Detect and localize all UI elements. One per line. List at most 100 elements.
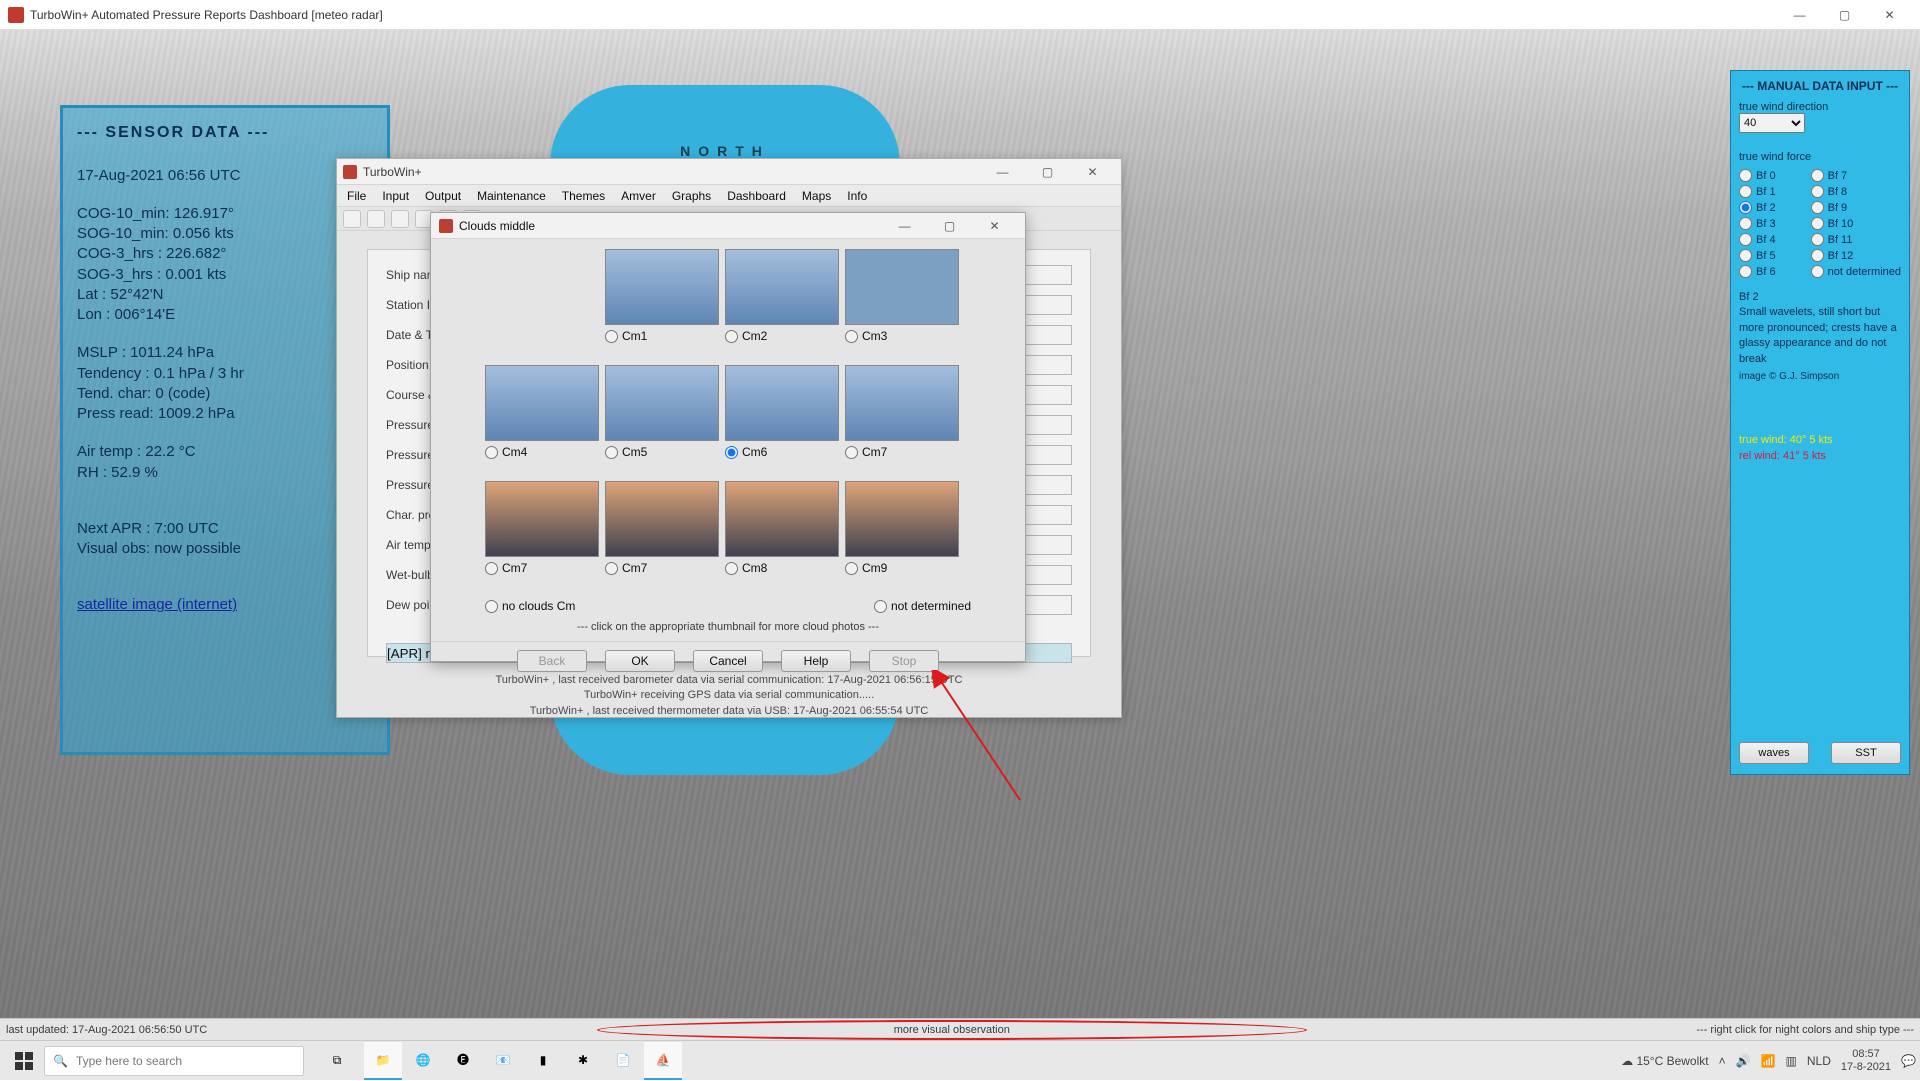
bf-option-9[interactable]: Bf 9 [1811, 201, 1901, 214]
menu-maps[interactable]: Maps [802, 189, 831, 203]
taskbar-app-misc1[interactable]: ✱ [564, 1042, 602, 1080]
bf-option-2[interactable]: Bf 2 [1739, 201, 1805, 214]
bf-option-12[interactable]: Bf 12 [1811, 249, 1901, 262]
true-wind-readout: true wind: 40° 5 kts [1739, 432, 1901, 449]
bf-option-1[interactable]: Bf 1 [1739, 185, 1805, 198]
cloud-thumbnail-cm7c[interactable] [605, 481, 719, 557]
cloud-option-none[interactable]: no clouds Cm [485, 599, 575, 613]
cloud-thumbnail-cm1[interactable] [605, 249, 719, 325]
taskbar-app-outlook[interactable]: 📧 [484, 1042, 522, 1080]
sensor-row: SOG-3_hrs : 0.001 kts [77, 265, 373, 285]
cloud-thumbnail-cm3[interactable] [845, 249, 959, 325]
cloud-option-cm7[interactable]: Cm7 [845, 445, 961, 459]
cloud-option-cm4[interactable]: Cm4 [485, 445, 601, 459]
back-button[interactable]: Back [517, 650, 587, 672]
tray-clock[interactable]: 08:57 17-8-2021 [1841, 1048, 1891, 1072]
cloud-thumbnail-cm7[interactable] [845, 365, 959, 441]
cloud-thumbnail-cm2[interactable] [725, 249, 839, 325]
cloud-option-cm3[interactable]: Cm3 [845, 329, 961, 343]
clouds-title: Clouds middle [459, 219, 535, 233]
cloud-thumbnail-cm6[interactable] [725, 365, 839, 441]
clouds-hint: --- click on the appropriate thumbnail f… [431, 621, 1025, 633]
bf-option-3[interactable]: Bf 3 [1739, 217, 1805, 230]
dashboard-background: NORTH SOUTH --- SENSOR DATA --- 17-Aug-2… [0, 30, 1920, 1040]
cloud-option-not-determined[interactable]: not determined [874, 599, 971, 613]
toolbar-button[interactable] [391, 210, 409, 228]
bf-option-5[interactable]: Bf 5 [1739, 249, 1805, 262]
windows-taskbar: 🔍 Type here to search ⧉ 📁 🌐 🅔 📧 ▮ ✱ 📄 ⛵ … [0, 1040, 1920, 1080]
cloud-thumbnail-cm7b[interactable] [485, 481, 599, 557]
clouds-minimize-button[interactable]: — [882, 212, 927, 240]
cloud-option-cm7b[interactable]: Cm7 [485, 561, 601, 575]
bf-option-nd[interactable]: not determined [1811, 265, 1901, 278]
tray-battery-icon[interactable]: ▥ [1786, 1054, 1797, 1068]
close-button[interactable]: ✕ [1867, 1, 1912, 29]
tray-volume-icon[interactable]: 🔊 [1736, 1054, 1751, 1068]
cloud-thumbnail-cm8[interactable] [725, 481, 839, 557]
help-button[interactable]: Help [781, 650, 851, 672]
menu-maintenance[interactable]: Maintenance [477, 189, 546, 203]
menu-themes[interactable]: Themes [562, 189, 605, 203]
menu-amver[interactable]: Amver [621, 189, 656, 203]
maximize-button[interactable]: ▢ [1822, 1, 1867, 29]
bf-option-10[interactable]: Bf 10 [1811, 217, 1901, 230]
cloud-option-cm7c[interactable]: Cm7 [605, 561, 721, 575]
tray-network-icon[interactable]: 📶 [1761, 1054, 1776, 1068]
menu-graphs[interactable]: Graphs [672, 189, 711, 203]
sst-button[interactable]: SST [1831, 742, 1901, 764]
cloud-thumbnail-cm5[interactable] [605, 365, 719, 441]
cloud-option-cm5[interactable]: Cm5 [605, 445, 721, 459]
cancel-button[interactable]: Cancel [693, 650, 763, 672]
bf-option-0[interactable]: Bf 0 [1739, 169, 1805, 182]
cloud-option-cm6[interactable]: Cm6 [725, 445, 841, 459]
weather-widget[interactable]: ☁ 15°C Bewolkt [1621, 1054, 1709, 1068]
menu-dashboard[interactable]: Dashboard [727, 189, 786, 203]
bf-option-8[interactable]: Bf 8 [1811, 185, 1901, 198]
toolbar-button[interactable] [367, 210, 385, 228]
sensor-row: Press read: 1009.2 hPa [77, 404, 373, 424]
taskbar-app-edge[interactable]: 🅔 [444, 1042, 482, 1080]
start-button[interactable] [4, 1041, 44, 1081]
taskbar-app-cmd[interactable]: ▮ [524, 1042, 562, 1080]
task-view-button[interactable]: ⧉ [318, 1053, 356, 1068]
taskbar-app-chrome[interactable]: 🌐 [404, 1042, 442, 1080]
tw-maximize-button[interactable]: ▢ [1025, 158, 1070, 186]
tw-close-button[interactable]: ✕ [1070, 158, 1115, 186]
bf-option-6[interactable]: Bf 6 [1739, 265, 1805, 278]
clouds-maximize-button[interactable]: ▢ [927, 212, 972, 240]
cloud-option-cm1[interactable]: Cm1 [605, 329, 721, 343]
true-wind-direction-select[interactable]: 40 [1739, 113, 1805, 133]
menu-info[interactable]: Info [847, 189, 867, 203]
beaufort-grid: Bf 0 Bf 7 Bf 1 Bf 8 Bf 2 Bf 9 Bf 3 Bf 10… [1739, 169, 1901, 278]
bf-option-7[interactable]: Bf 7 [1811, 169, 1901, 182]
clouds-close-button[interactable]: ✕ [972, 212, 1017, 240]
menu-output[interactable]: Output [425, 189, 461, 203]
sensor-row: RH : 52.9 % [77, 463, 373, 483]
sensor-row: Lat : 52°42'N [77, 285, 373, 305]
tw-minimize-button[interactable]: — [980, 158, 1025, 186]
cloud-option-cm8[interactable]: Cm8 [725, 561, 841, 575]
tray-chevron-icon[interactable]: ˄ [1719, 1054, 1726, 1068]
taskbar-search[interactable]: 🔍 Type here to search [44, 1046, 304, 1076]
cloud-thumbnail-cm9[interactable] [845, 481, 959, 557]
taskbar-app-explorer[interactable]: 📁 [364, 1042, 402, 1080]
minimize-button[interactable]: — [1777, 1, 1822, 29]
stop-button[interactable]: Stop [869, 650, 939, 672]
windows-icon [15, 1052, 33, 1070]
ok-button[interactable]: OK [605, 650, 675, 672]
tray-language[interactable]: NLD [1807, 1054, 1831, 1068]
waves-button[interactable]: waves [1739, 742, 1809, 764]
cloud-thumbnail-cm4[interactable] [485, 365, 599, 441]
menu-input[interactable]: Input [382, 189, 409, 203]
cloud-option-cm9[interactable]: Cm9 [845, 561, 961, 575]
tray-notifications-icon[interactable]: 💬 [1901, 1054, 1916, 1068]
satellite-image-link[interactable]: satellite image (internet) [77, 596, 237, 613]
cloud-option-cm2[interactable]: Cm2 [725, 329, 841, 343]
menu-file[interactable]: File [347, 189, 366, 203]
taskbar-app-turbowin[interactable]: ⛵ [644, 1042, 682, 1080]
taskbar-app-word[interactable]: 📄 [604, 1042, 642, 1080]
toolbar-button[interactable] [343, 210, 361, 228]
sensor-row: Air temp : 22.2 °C [77, 442, 373, 462]
bf-option-4[interactable]: Bf 4 [1739, 233, 1805, 246]
bf-option-11[interactable]: Bf 11 [1811, 233, 1901, 246]
